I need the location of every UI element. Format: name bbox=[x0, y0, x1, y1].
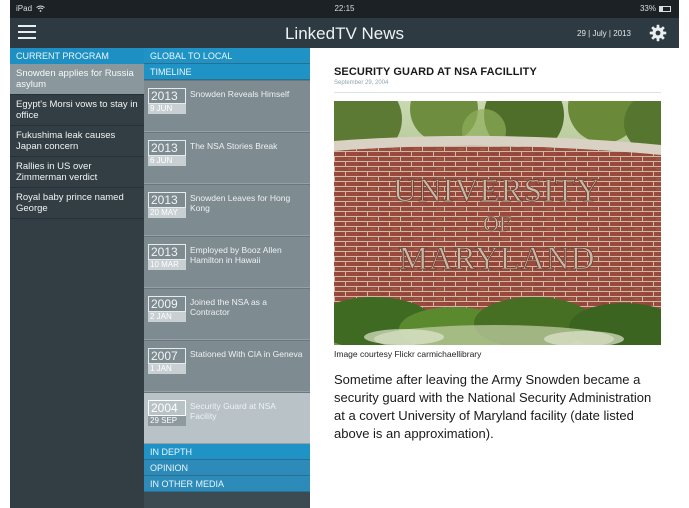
section-in-other-media[interactable]: IN OTHER MEDIA bbox=[144, 476, 316, 492]
timeline-item[interactable]: 2013 9 JUN Snowden Reveals Himself bbox=[144, 80, 310, 132]
program-item[interactable]: Egypt's Morsi vows to stay in office bbox=[10, 95, 144, 126]
program-item[interactable]: Royal baby prince named George bbox=[10, 188, 144, 219]
program-item[interactable]: Rallies in US over Zimmerman verdict bbox=[10, 157, 144, 188]
timeline-item[interactable]: 2013 20 MAY Snowden Leaves for Hong Kong bbox=[144, 184, 310, 236]
timeline-panel: GLOBAL TO LOCAL TIMELINE 2013 9 JUN Snow… bbox=[144, 48, 316, 508]
status-time: 22:15 bbox=[334, 4, 355, 13]
university-sign-photo: UNIVERSITY OF MARYLAND bbox=[334, 101, 661, 345]
article-date: September 29, 2004 bbox=[334, 80, 661, 93]
article-image: UNIVERSITY OF MARYLAND bbox=[334, 101, 661, 345]
sign-text-line-3: MARYLAND bbox=[399, 241, 596, 277]
timeline-day: 10 MAR bbox=[148, 260, 186, 270]
timeline-title: Snowden Reveals Himself bbox=[190, 89, 290, 99]
gear-icon[interactable] bbox=[649, 24, 667, 42]
timeline-year: 2013 bbox=[148, 192, 186, 208]
article-title: SECURITY GUARD AT NSA FACILLITY bbox=[334, 66, 537, 78]
timeline-day: 20 MAY bbox=[148, 208, 186, 218]
timeline-item[interactable]: 2007 1 JAN Stationed With CIA in Geneva bbox=[144, 340, 310, 392]
sign-text-line-2: OF bbox=[483, 211, 511, 236]
program-item[interactable]: Snowden applies for Russia asylum bbox=[10, 64, 144, 95]
status-bar: iPad 22:15 33% bbox=[10, 0, 679, 18]
timeline-title: Joined the NSA as a Contractor bbox=[190, 297, 268, 317]
image-caption: Image courtesy Flickr carmichaellibrary bbox=[334, 349, 482, 359]
article-panel: SECURITY GUARD AT NSA FACILLITY Septembe… bbox=[310, 48, 679, 508]
timeline-item[interactable]: 2013 6 JUN The NSA Stories Break bbox=[144, 132, 310, 184]
timeline-item[interactable]: 2013 10 MAR Employed by Booz Allen Hamil… bbox=[144, 236, 310, 288]
timeline-date: 2013 20 MAY bbox=[148, 192, 186, 218]
app-frame: iPad 22:15 33% LinkedTV News 29 | July |… bbox=[10, 0, 679, 508]
timeline-title: Employed by Booz Allen Hamilton in Hawai… bbox=[190, 245, 282, 265]
program-item[interactable]: Fukushima leak causes Japan concern bbox=[10, 126, 144, 157]
section-opinion[interactable]: OPINION bbox=[144, 460, 316, 476]
battery-icon bbox=[659, 5, 671, 12]
current-program-header: CURRENT PROGRAM bbox=[10, 48, 144, 64]
timeline-title: Snowden Leaves for Hong Kong bbox=[190, 193, 291, 213]
timeline-date: 2007 1 JAN bbox=[148, 348, 186, 374]
timeline-day: 9 JUN bbox=[148, 104, 186, 114]
timeline-date: 2013 6 JUN bbox=[148, 140, 186, 166]
timeline-day: 29 SEP bbox=[148, 416, 186, 426]
section-timeline[interactable]: TIMELINE bbox=[144, 64, 316, 80]
timeline-title: Security Guard at NSA Facility bbox=[190, 401, 276, 421]
timeline-date: 2013 9 JUN bbox=[148, 88, 186, 114]
current-program-panel: CURRENT PROGRAM Snowden applies for Russ… bbox=[10, 48, 144, 508]
timeline-date: 2013 10 MAR bbox=[148, 244, 186, 270]
timeline-year: 2009 bbox=[148, 296, 186, 312]
timeline-year: 2013 bbox=[148, 88, 186, 104]
timeline-date: 2004 29 SEP bbox=[148, 400, 186, 426]
section-in-depth[interactable]: IN DEPTH bbox=[144, 444, 316, 460]
timeline-year: 2013 bbox=[148, 140, 186, 156]
sign-text-line-1: UNIVERSITY bbox=[393, 173, 601, 209]
timeline-date: 2009 2 JAN bbox=[148, 296, 186, 322]
timeline-title: The NSA Stories Break bbox=[190, 141, 278, 151]
section-global-to-local[interactable]: GLOBAL TO LOCAL bbox=[144, 48, 316, 64]
timeline-title: Stationed With CIA in Geneva bbox=[190, 349, 303, 359]
timeline-year: 2013 bbox=[148, 244, 186, 260]
timeline-day: 6 JUN bbox=[148, 156, 186, 166]
timeline-day: 2 JAN bbox=[148, 312, 186, 322]
header-date: 29 | July | 2013 bbox=[577, 29, 631, 38]
timeline-year: 2007 bbox=[148, 348, 186, 364]
timeline-day: 1 JAN bbox=[148, 364, 186, 374]
timeline-item[interactable]: 2009 2 JAN Joined the NSA as a Contracto… bbox=[144, 288, 310, 340]
nav-bar: LinkedTV News 29 | July | 2013 bbox=[10, 18, 679, 48]
battery-percent: 33% bbox=[639, 4, 656, 13]
timeline-item-selected[interactable]: 2004 29 SEP Security Guard at NSA Facili… bbox=[144, 392, 310, 444]
article-body: Sometime after leaving the Army Snowden … bbox=[334, 372, 652, 441]
timeline-year: 2004 bbox=[148, 400, 186, 416]
